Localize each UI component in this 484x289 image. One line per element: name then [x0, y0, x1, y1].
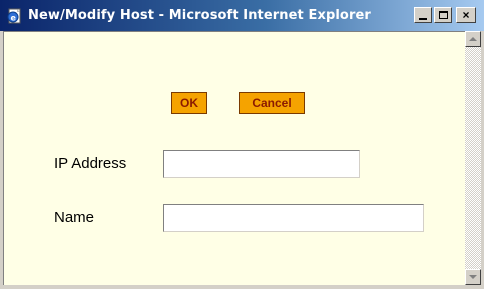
window-title: New/Modify Host - Microsoft Internet Exp…	[28, 8, 371, 23]
browser-window: e New/Modify Host - Microsoft Internet E…	[0, 0, 484, 289]
minimize-button[interactable]	[414, 7, 432, 23]
name-input[interactable]	[163, 204, 424, 232]
window-bottom-border	[0, 285, 484, 289]
arrow-down-icon	[469, 275, 477, 279]
maximize-icon	[438, 11, 448, 19]
minimize-icon	[419, 17, 427, 20]
scroll-down-button[interactable]	[465, 269, 481, 285]
maximize-button[interactable]	[434, 7, 452, 23]
ok-button[interactable]: OK	[171, 92, 207, 114]
vertical-scrollbar[interactable]	[465, 31, 481, 285]
ip-address-label: IP Address	[54, 155, 127, 172]
scroll-up-button[interactable]	[465, 31, 481, 47]
close-icon: ×	[462, 8, 470, 22]
title-bar[interactable]: e New/Modify Host - Microsoft Internet E…	[0, 0, 484, 31]
ip-address-input[interactable]	[163, 150, 360, 178]
close-button[interactable]: ×	[456, 7, 476, 23]
svg-text:e: e	[11, 14, 17, 23]
cancel-button[interactable]: Cancel	[239, 92, 305, 114]
ie-page-icon: e	[7, 8, 21, 24]
name-label: Name	[54, 209, 95, 226]
arrow-up-icon	[469, 37, 477, 41]
